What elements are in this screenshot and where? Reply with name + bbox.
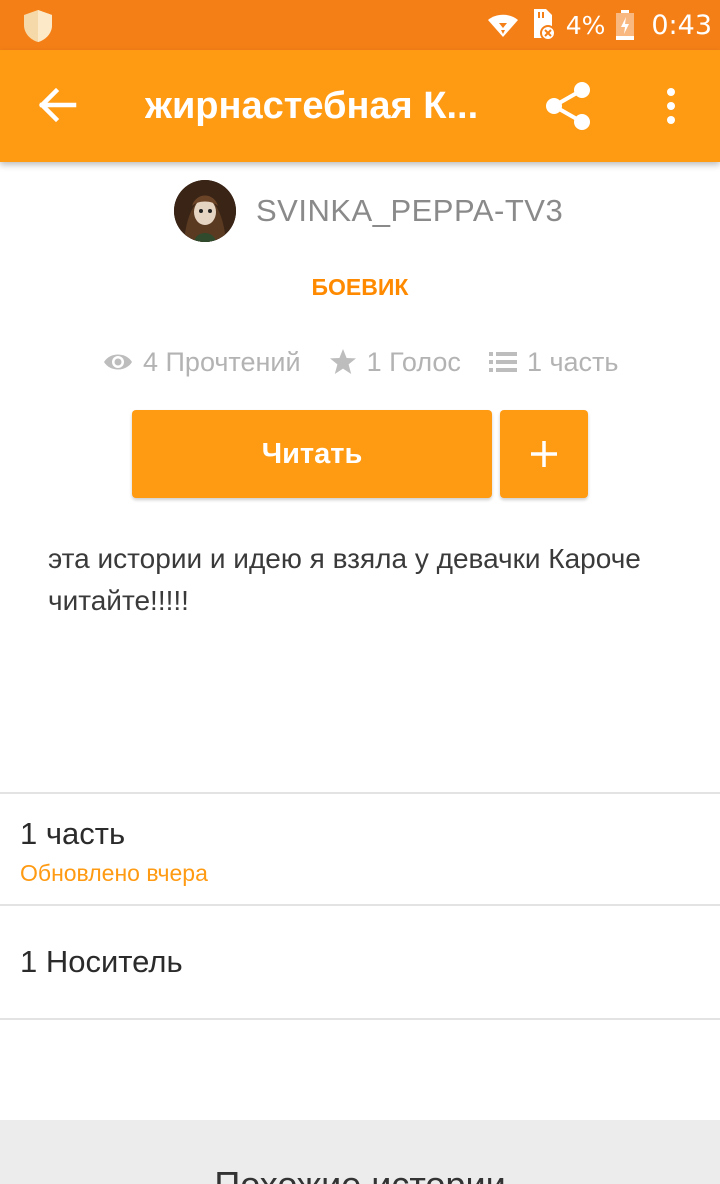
list-icon bbox=[488, 352, 517, 372]
share-icon[interactable] bbox=[540, 80, 596, 132]
wifi-icon bbox=[487, 14, 518, 37]
reads-stat: 4 Прочтений bbox=[103, 347, 301, 378]
similar-stories-heading: Похожие истории bbox=[0, 1164, 720, 1184]
media-row[interactable]: 1 Носитель bbox=[0, 906, 720, 1018]
app-bar: жирнастебная К... bbox=[0, 50, 720, 162]
parts-label: 1 часть bbox=[20, 816, 126, 851]
back-arrow-icon[interactable] bbox=[36, 84, 78, 126]
parts-count: 1 часть bbox=[526, 346, 619, 377]
page-title: жирнастебная К... bbox=[145, 85, 479, 127]
similar-stories-section: Похожие истории bbox=[0, 1120, 720, 1184]
story-stats: 4 Прочтений 1 Голос 1 часть bbox=[103, 340, 646, 384]
sd-card-icon bbox=[533, 9, 556, 41]
more-vert-icon[interactable] bbox=[656, 84, 686, 128]
clock: 0:43 bbox=[651, 9, 712, 41]
reads-count: 4 Прочтений bbox=[143, 346, 301, 377]
plus-icon bbox=[531, 441, 557, 467]
updated-label: Обновлено вчера bbox=[20, 860, 208, 886]
parts-stat: 1 часть bbox=[488, 346, 619, 378]
eye-icon bbox=[104, 354, 132, 370]
read-button[interactable]: Читать bbox=[132, 410, 492, 498]
divider bbox=[0, 1018, 720, 1020]
media-label: 1 Носитель bbox=[20, 944, 183, 979]
avatar[interactable] bbox=[174, 180, 236, 242]
author-name[interactable]: SVINKA_PEPPA-TV3 bbox=[256, 193, 563, 229]
status-bar: 4% 0:43 bbox=[0, 0, 720, 50]
shield-icon bbox=[24, 10, 52, 42]
star-icon bbox=[329, 349, 356, 374]
add-to-library-button[interactable] bbox=[500, 410, 588, 498]
votes-stat: 1 Голос bbox=[329, 347, 461, 378]
battery-percent: 4% bbox=[565, 10, 606, 40]
story-description: эта истории и идею я взяла у девачки Кар… bbox=[48, 543, 641, 616]
genre-label[interactable]: БОЕВИК bbox=[0, 274, 720, 301]
votes-count: 1 Голос bbox=[366, 346, 461, 377]
parts-list-row[interactable]: 1 часть Обновлено вчера bbox=[0, 794, 720, 904]
battery-icon bbox=[616, 10, 635, 40]
author-row[interactable]: SVINKA_PEPPA-TV3 bbox=[174, 180, 563, 242]
